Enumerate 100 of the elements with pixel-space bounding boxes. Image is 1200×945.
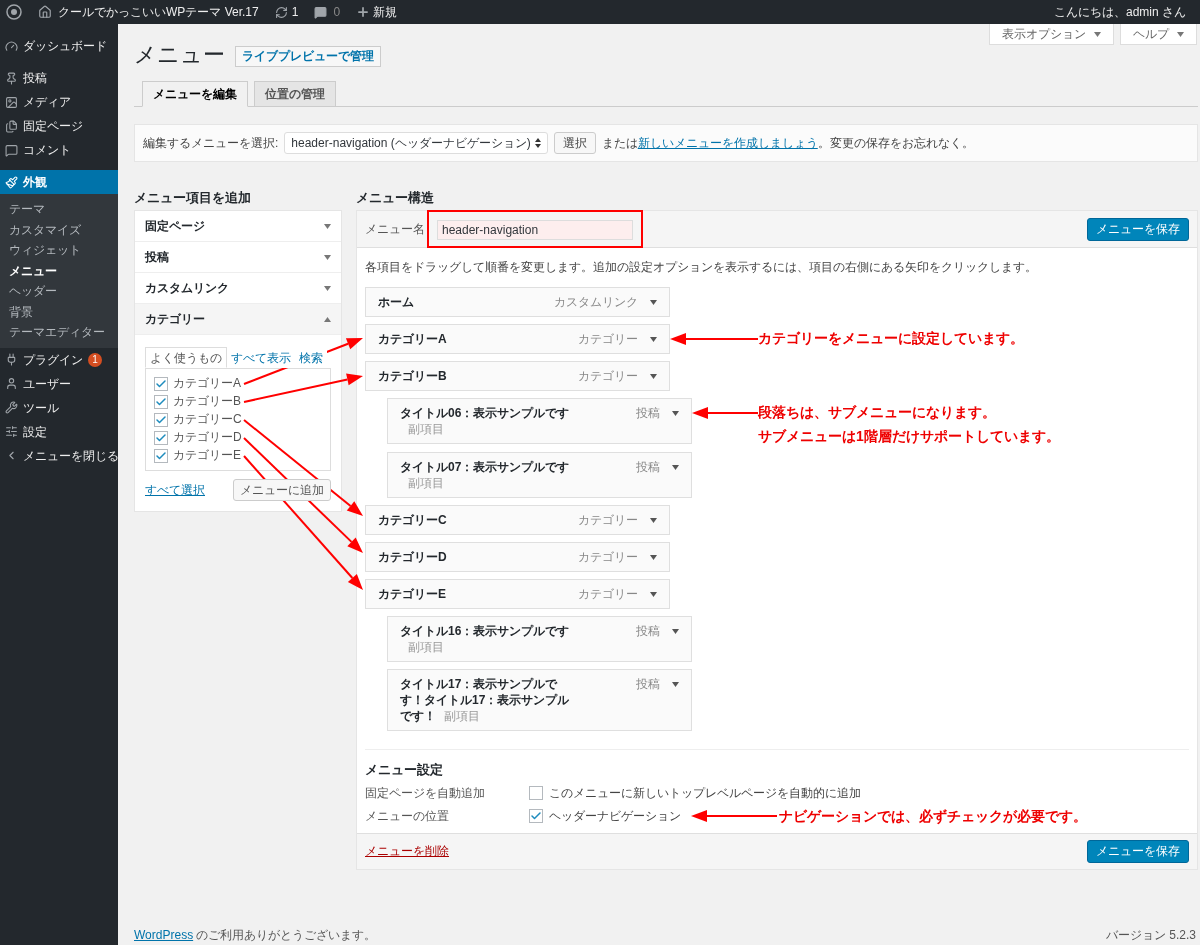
checkbox[interactable] xyxy=(529,808,543,823)
category-tab[interactable]: よく使うもの xyxy=(145,347,227,368)
checkbox[interactable] xyxy=(154,394,168,409)
menu-item-type: カテゴリー xyxy=(578,512,638,528)
submenu-item[interactable]: ヘッダー xyxy=(0,281,118,302)
sidebar-item[interactable]: 固定ページ xyxy=(0,114,118,138)
menu-item-type: 投稿 xyxy=(636,405,660,421)
submenu-item[interactable]: テーマエディター xyxy=(0,322,118,343)
caret-icon[interactable] xyxy=(650,336,657,342)
sidebar-item[interactable]: コメント xyxy=(0,138,118,162)
caret-icon xyxy=(324,254,331,260)
select-button[interactable]: 選択 xyxy=(553,132,596,154)
caret-icon[interactable] xyxy=(650,591,657,597)
tab[interactable]: メニューを編集 xyxy=(142,81,248,107)
sidebar-item[interactable]: 外観 xyxy=(0,170,118,194)
menu-dropdown[interactable]: header-navigation (ヘッダーナビゲーション) xyxy=(284,132,548,154)
footer-text: WordPress のご利用ありがとうございます。 xyxy=(134,927,377,944)
save-menu-button[interactable]: メニューを保存 xyxy=(1087,217,1189,241)
greeting-link[interactable]: こんにちは、admin さん xyxy=(1053,3,1186,21)
select-help-text: または新しいメニューを作成しましょう。変更の保存をお忘れなく。 xyxy=(601,135,974,152)
category-tab[interactable]: 検索 xyxy=(295,347,327,368)
menu-item-title: カテゴリーC xyxy=(378,512,448,528)
logo-icon[interactable] xyxy=(6,4,22,20)
caret-icon[interactable] xyxy=(650,373,657,379)
sidebar-item[interactable]: ダッシュボード xyxy=(0,34,118,58)
submenu-item[interactable]: カスタマイズ xyxy=(0,219,118,240)
sidebar-item[interactable]: 投稿 xyxy=(0,66,118,90)
menu-item[interactable]: カテゴリーA カテゴリー xyxy=(365,324,670,354)
refresh-icon[interactable] xyxy=(274,5,288,19)
annotation-text: サブメニューは1階層だけサポートしています。 xyxy=(758,427,1060,445)
tab[interactable]: 位置の管理 xyxy=(254,81,336,107)
section-heading: メニュー構造 xyxy=(356,189,435,207)
menu-item[interactable]: カテゴリーE カテゴリー xyxy=(365,579,670,609)
menu-item[interactable]: カテゴリーC カテゴリー xyxy=(365,505,670,535)
menu-item-type: カテゴリー xyxy=(578,368,638,384)
sidebar-item[interactable]: メディア xyxy=(0,90,118,114)
menu-item[interactable]: タイトル06：表示サンプルです 副項目 投稿 xyxy=(387,398,692,444)
checkbox[interactable] xyxy=(154,376,168,391)
comments-count[interactable]: 0 xyxy=(333,3,341,21)
checkbox[interactable] xyxy=(154,448,168,463)
menu-item[interactable]: タイトル07：表示サンプルです 副項目 投稿 xyxy=(387,452,692,498)
live-preview-button[interactable]: ライブプレビューで管理 xyxy=(235,45,381,67)
screen-meta-button[interactable]: 表示オプション xyxy=(989,24,1114,45)
checkbox[interactable] xyxy=(529,785,543,800)
menu-item-title: タイトル06：表示サンプルです 副項目 xyxy=(400,405,571,437)
menu-name-label: メニュー名 xyxy=(365,221,425,238)
submenu-item[interactable]: メニュー xyxy=(0,260,118,281)
menu-item[interactable]: タイトル17：表示サンプルです！タイトル17：表示サンプルです！ 副項目 投稿 xyxy=(387,669,692,731)
checkbox[interactable] xyxy=(154,430,168,445)
sidebar-item[interactable]: プラグイン 1 xyxy=(0,347,118,372)
caret-icon[interactable] xyxy=(672,464,679,470)
screen-meta-button[interactable]: ヘルプ xyxy=(1120,24,1197,45)
menu-item[interactable]: タイトル16：表示サンプルです 副項目 投稿 xyxy=(387,616,692,662)
caret-icon[interactable] xyxy=(672,410,679,416)
caret-icon[interactable] xyxy=(650,299,657,305)
add-to-menu-button[interactable]: メニューに追加 xyxy=(233,479,331,501)
menu-icon xyxy=(5,119,18,133)
site-name-link[interactable]: クールでかっこいいWPテーマ Ver.17 xyxy=(58,3,259,21)
sidebar-item[interactable]: ユーザー xyxy=(0,371,118,396)
annotation-text: 段落ちは、サブメニューになります。 xyxy=(758,403,997,421)
menu-item-type: 投稿 xyxy=(636,676,660,692)
submenu-item[interactable]: 背景 xyxy=(0,301,118,322)
sidebar-item[interactable]: メニューを閉じる xyxy=(0,443,118,468)
submenu-item[interactable]: テーマ xyxy=(0,199,118,220)
menu-icon xyxy=(5,39,18,53)
checkbox[interactable] xyxy=(154,412,168,427)
sidebar-item[interactable]: ツール xyxy=(0,395,118,420)
caret-icon[interactable] xyxy=(650,517,657,523)
create-menu-link[interactable]: 新しいメニューを作成しましょう xyxy=(637,136,818,150)
comment-icon[interactable] xyxy=(314,5,328,19)
plus-icon[interactable] xyxy=(356,5,371,19)
page-title: メニュー xyxy=(134,41,225,69)
menu-item[interactable]: カテゴリーB カテゴリー xyxy=(365,361,670,391)
accordion-header[interactable]: カテゴリー xyxy=(135,304,341,335)
new-link[interactable]: 新規 xyxy=(373,3,398,21)
instructions-text: 各項目をドラッグして順番を変更します。追加の設定オプションを表示するには、項目の右側にある矢印をクリックします。 xyxy=(365,259,1038,276)
section-heading: メニュー項目を追加 xyxy=(134,189,252,207)
caret-icon[interactable] xyxy=(672,628,679,634)
save-menu-button[interactable]: メニューを保存 xyxy=(1087,839,1189,863)
menu-name-field[interactable]: header-navigation xyxy=(437,220,633,240)
select-all-link[interactable]: すべて選択 xyxy=(145,481,205,499)
menu-item-title: カテゴリーA xyxy=(378,331,448,347)
menu-item-title: カテゴリーB xyxy=(378,368,448,384)
caret-icon xyxy=(1177,31,1184,37)
caret-icon[interactable] xyxy=(672,681,679,687)
wordpress-link[interactable]: WordPress xyxy=(134,928,194,942)
updates-count[interactable]: 1 xyxy=(291,3,299,21)
menu-icon xyxy=(5,95,18,109)
sidebar-item[interactable]: 設定 xyxy=(0,419,118,444)
menu-item[interactable]: ホーム カスタムリンク xyxy=(365,287,670,317)
menu-item-type: 投稿 xyxy=(636,459,660,475)
caret-icon xyxy=(324,285,331,291)
category-label: カテゴリーD xyxy=(173,430,242,445)
updown-icon xyxy=(534,138,541,148)
home-icon[interactable] xyxy=(38,5,52,19)
submenu-item[interactable]: ウィジェット xyxy=(0,240,118,261)
caret-icon[interactable] xyxy=(650,554,657,560)
caret-icon xyxy=(324,223,331,229)
delete-menu-link[interactable]: メニューを削除 xyxy=(365,842,449,860)
menu-item[interactable]: カテゴリーD カテゴリー xyxy=(365,542,670,572)
